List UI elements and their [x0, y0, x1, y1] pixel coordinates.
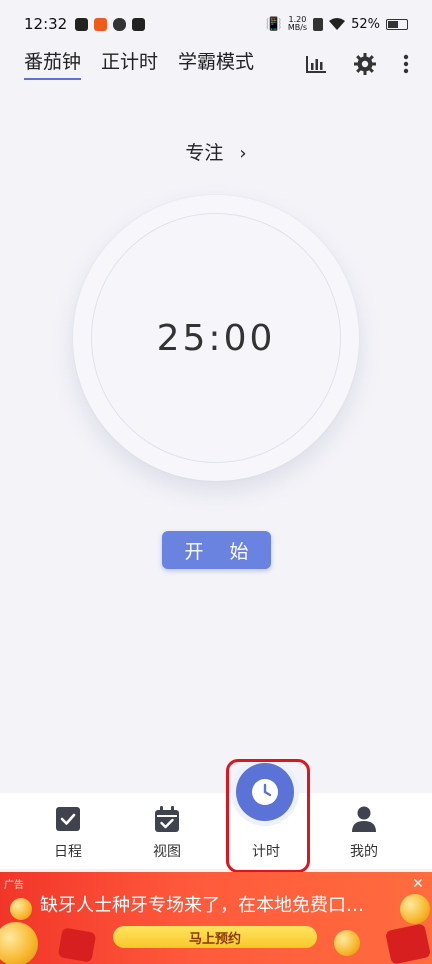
- ad-cta-button[interactable]: 马上预约: [113, 926, 317, 948]
- network-speed: 1.20 MB/s: [288, 16, 307, 32]
- settings-button[interactable]: [351, 50, 379, 78]
- checkbox-icon: [56, 807, 80, 831]
- person-icon: [352, 806, 376, 832]
- nav-item-view[interactable]: 视图: [113, 793, 221, 869]
- calendar-check-icon: [155, 806, 179, 832]
- net-speed-unit: MB/s: [287, 23, 308, 32]
- nav-label: 我的: [350, 844, 378, 860]
- app-notification-icon: [113, 17, 127, 31]
- nav-item-schedule[interactable]: 日程: [14, 793, 122, 869]
- wifi-icon: [329, 18, 346, 30]
- ad-banner[interactable]: 广告 ✕ 缺牙人士种牙专场来了，在本地免费口…: [0, 872, 432, 964]
- timer-dial-inner: 25:00: [91, 213, 341, 463]
- coin-decoration: [0, 922, 38, 964]
- bar-chart-icon: [306, 56, 326, 73]
- status-time: 12:32: [24, 15, 68, 33]
- ad-text: 缺牙人士种牙专场来了，在本地免费口…: [40, 895, 364, 916]
- status-right: 📳 1.20 MB/s 52%: [266, 0, 408, 48]
- tab-study-mode[interactable]: 学霸模式: [178, 48, 254, 84]
- start-button[interactable]: 开 始: [162, 531, 271, 569]
- timer-dial: 25:00: [73, 195, 359, 481]
- close-icon[interactable]: ✕: [410, 876, 426, 892]
- more-vertical-icon: [403, 54, 409, 74]
- chevron-right-icon: ›: [239, 143, 247, 164]
- status-bar: 12:32 📳 1.20 MB/s 52%: [0, 0, 432, 48]
- statistics-button[interactable]: [302, 50, 330, 78]
- coin-decoration: [400, 894, 430, 924]
- more-options-button[interactable]: [392, 50, 420, 78]
- battery-percent: 52%: [351, 16, 380, 32]
- nav-item-profile[interactable]: 我的: [310, 793, 418, 869]
- nav-label: 视图: [153, 844, 181, 860]
- focus-label: 专注: [185, 142, 224, 164]
- vibrate-icon: 📳: [265, 16, 282, 32]
- coin-decoration: [334, 930, 360, 956]
- bottom-nav: 日程 视图 计时 我的: [0, 793, 432, 869]
- highlight-annotation: [226, 759, 310, 873]
- coin-decoration: [10, 898, 32, 920]
- app-notification-icon: [75, 17, 89, 31]
- red-packet-decoration: [57, 927, 97, 963]
- focus-mode-selector[interactable]: 专注 ›: [0, 138, 432, 165]
- sim-icon: [313, 17, 324, 31]
- app-notification-icon: [132, 17, 146, 31]
- red-packet-decoration: [384, 923, 432, 964]
- ad-tag: 广告: [4, 880, 24, 891]
- tab-stopwatch[interactable]: 正计时: [101, 48, 158, 84]
- tab-pomodoro[interactable]: 番茄钟: [24, 48, 82, 84]
- app-notification-icon: [94, 17, 108, 31]
- timer-display: 25:00: [156, 317, 276, 359]
- battery-icon: [386, 18, 408, 30]
- gear-icon: [354, 53, 376, 75]
- nav-label: 日程: [54, 844, 82, 860]
